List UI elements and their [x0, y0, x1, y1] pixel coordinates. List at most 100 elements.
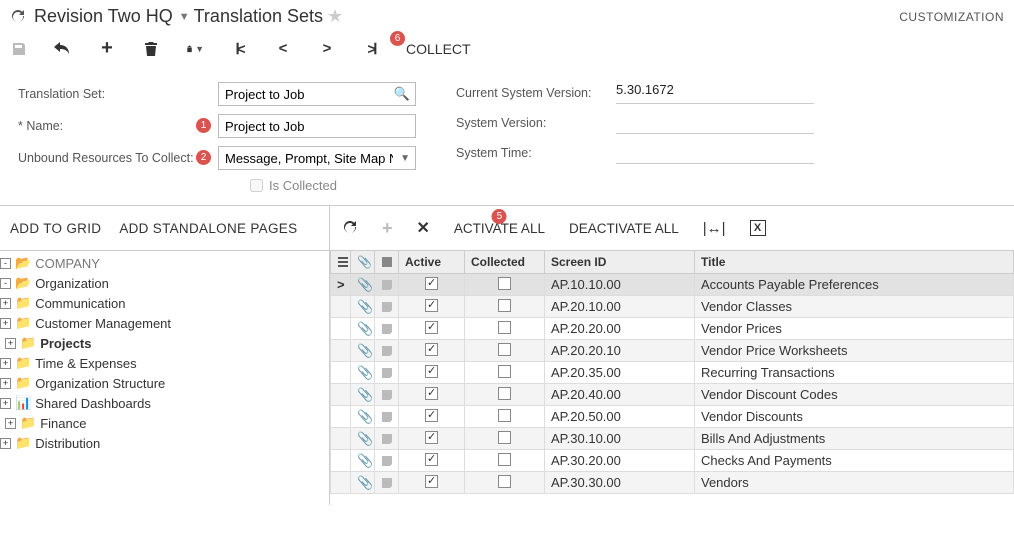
collected-checkbox[interactable]: [498, 431, 511, 444]
tree-toggle-icon[interactable]: -: [0, 278, 11, 289]
note-icon[interactable]: [381, 279, 393, 291]
collected-checkbox[interactable]: [498, 365, 511, 378]
tree-node[interactable]: +📁Time & Expenses: [0, 355, 329, 371]
fit-columns-button[interactable]: |↔|: [703, 220, 726, 237]
delete-button[interactable]: [142, 41, 160, 57]
active-checkbox[interactable]: [425, 343, 438, 356]
tree-toggle-icon[interactable]: +: [0, 318, 11, 329]
collect-button[interactable]: COLLECT: [406, 41, 471, 57]
note-icon[interactable]: [381, 301, 393, 313]
table-row[interactable]: 📎AP.20.50.00Vendor Discounts: [331, 406, 1014, 428]
prev-record-button[interactable]: <: [274, 40, 292, 57]
name-input[interactable]: [218, 114, 416, 138]
attachment-icon[interactable]: 📎: [357, 343, 373, 358]
attachment-icon[interactable]: 📎: [357, 387, 373, 402]
note-icon[interactable]: [381, 411, 393, 423]
tree-node[interactable]: +📁Customer Management: [0, 315, 329, 331]
col-note[interactable]: [375, 251, 399, 274]
attachment-icon[interactable]: 📎: [357, 277, 373, 292]
collected-checkbox[interactable]: [498, 409, 511, 422]
active-checkbox[interactable]: [425, 475, 438, 488]
tree-node[interactable]: -📂Organization: [0, 275, 329, 291]
grid-delete-button[interactable]: ✕: [417, 218, 430, 238]
add-to-grid-button[interactable]: ADD TO GRID: [10, 221, 101, 236]
tree-node[interactable]: +📁Distribution: [0, 435, 329, 451]
collected-checkbox[interactable]: [498, 299, 511, 312]
active-checkbox[interactable]: [425, 321, 438, 334]
col-collected[interactable]: Collected: [465, 251, 545, 274]
table-row[interactable]: 📎AP.20.35.00Recurring Transactions: [331, 362, 1014, 384]
next-record-button[interactable]: >: [318, 40, 336, 57]
tree-toggle-icon[interactable]: +: [0, 398, 11, 409]
attachment-icon[interactable]: 📎: [357, 299, 373, 314]
tree-toggle-icon[interactable]: +: [0, 298, 11, 309]
table-row[interactable]: >📎AP.10.10.00Accounts Payable Preference…: [331, 274, 1014, 296]
customization-link[interactable]: CUSTOMIZATION: [899, 10, 1004, 24]
active-checkbox[interactable]: [425, 365, 438, 378]
collected-checkbox[interactable]: [498, 475, 511, 488]
table-row[interactable]: 📎AP.30.30.00Vendors: [331, 472, 1014, 494]
tree-toggle-icon[interactable]: +: [0, 378, 11, 389]
refresh-icon[interactable]: [10, 9, 26, 25]
col-title[interactable]: Title: [695, 251, 1014, 274]
col-screenid[interactable]: Screen ID: [545, 251, 695, 274]
active-checkbox[interactable]: [425, 409, 438, 422]
activate-all-button[interactable]: 5 ACTIVATE ALL: [454, 221, 545, 236]
tree-node[interactable]: -📂COMPANY: [0, 255, 329, 271]
col-active[interactable]: Active: [399, 251, 465, 274]
col-handle[interactable]: [331, 251, 351, 274]
attachment-icon[interactable]: 📎: [357, 409, 373, 424]
note-icon[interactable]: [381, 323, 393, 335]
attachment-icon[interactable]: 📎: [357, 453, 373, 468]
active-checkbox[interactable]: [425, 277, 438, 290]
tree-toggle-icon[interactable]: +: [5, 418, 16, 429]
attachment-icon[interactable]: 📎: [357, 321, 373, 336]
collected-checkbox[interactable]: [498, 321, 511, 334]
tree-node[interactable]: 3+📁Projects: [0, 335, 329, 351]
col-attachment[interactable]: 📎: [351, 251, 375, 274]
last-record-button[interactable]: >Ⅰ: [362, 40, 380, 58]
deactivate-all-button[interactable]: DEACTIVATE ALL: [569, 221, 679, 236]
favorite-star-icon[interactable]: ★: [327, 6, 343, 27]
clipboard-menu-button[interactable]: ▼: [186, 41, 204, 57]
attachment-icon[interactable]: 📎: [357, 475, 373, 490]
note-icon[interactable]: [381, 345, 393, 357]
table-row[interactable]: 📎AP.30.10.00Bills And Adjustments: [331, 428, 1014, 450]
note-icon[interactable]: [381, 367, 393, 379]
note-icon[interactable]: [381, 477, 393, 489]
note-icon[interactable]: [381, 389, 393, 401]
tree-node[interactable]: +📊Shared Dashboards: [0, 395, 329, 411]
tree-toggle-icon[interactable]: +: [5, 338, 16, 349]
note-icon[interactable]: [381, 455, 393, 467]
active-checkbox[interactable]: [425, 453, 438, 466]
table-row[interactable]: 📎AP.20.20.10Vendor Price Worksheets: [331, 340, 1014, 362]
active-checkbox[interactable]: [425, 387, 438, 400]
collected-checkbox[interactable]: [498, 343, 511, 356]
note-icon[interactable]: [381, 433, 393, 445]
attachment-icon[interactable]: 📎: [357, 431, 373, 446]
first-record-button[interactable]: Ⅰ<: [230, 40, 248, 58]
table-row[interactable]: 📎AP.30.20.00Checks And Payments: [331, 450, 1014, 472]
add-standalone-button[interactable]: ADD STANDALONE PAGES: [119, 221, 297, 236]
table-row[interactable]: 📎AP.20.40.00Vendor Discount Codes: [331, 384, 1014, 406]
collected-checkbox[interactable]: [498, 453, 511, 466]
unbound-input[interactable]: [218, 146, 416, 170]
tree-toggle-icon[interactable]: -: [0, 258, 11, 269]
breadcrumb-company[interactable]: Revision Two HQ: [34, 6, 173, 27]
tree-node[interactable]: 4+📁Finance: [0, 415, 329, 431]
active-checkbox[interactable]: [425, 299, 438, 312]
breadcrumb-page[interactable]: Translation Sets: [194, 6, 323, 27]
collected-checkbox[interactable]: [498, 387, 511, 400]
table-row[interactable]: 📎AP.20.10.00Vendor Classes: [331, 296, 1014, 318]
undo-button[interactable]: [54, 42, 72, 56]
tree-node[interactable]: +📁Communication: [0, 295, 329, 311]
tree-toggle-icon[interactable]: +: [0, 358, 11, 369]
active-checkbox[interactable]: [425, 431, 438, 444]
table-row[interactable]: 📎AP.20.20.00Vendor Prices: [331, 318, 1014, 340]
add-button[interactable]: +: [98, 37, 116, 60]
translation-set-input[interactable]: [218, 82, 416, 106]
grid-refresh-button[interactable]: [342, 220, 358, 236]
tree-node[interactable]: +📁Organization Structure: [0, 375, 329, 391]
attachment-icon[interactable]: 📎: [357, 365, 373, 380]
export-excel-button[interactable]: X: [750, 220, 766, 236]
